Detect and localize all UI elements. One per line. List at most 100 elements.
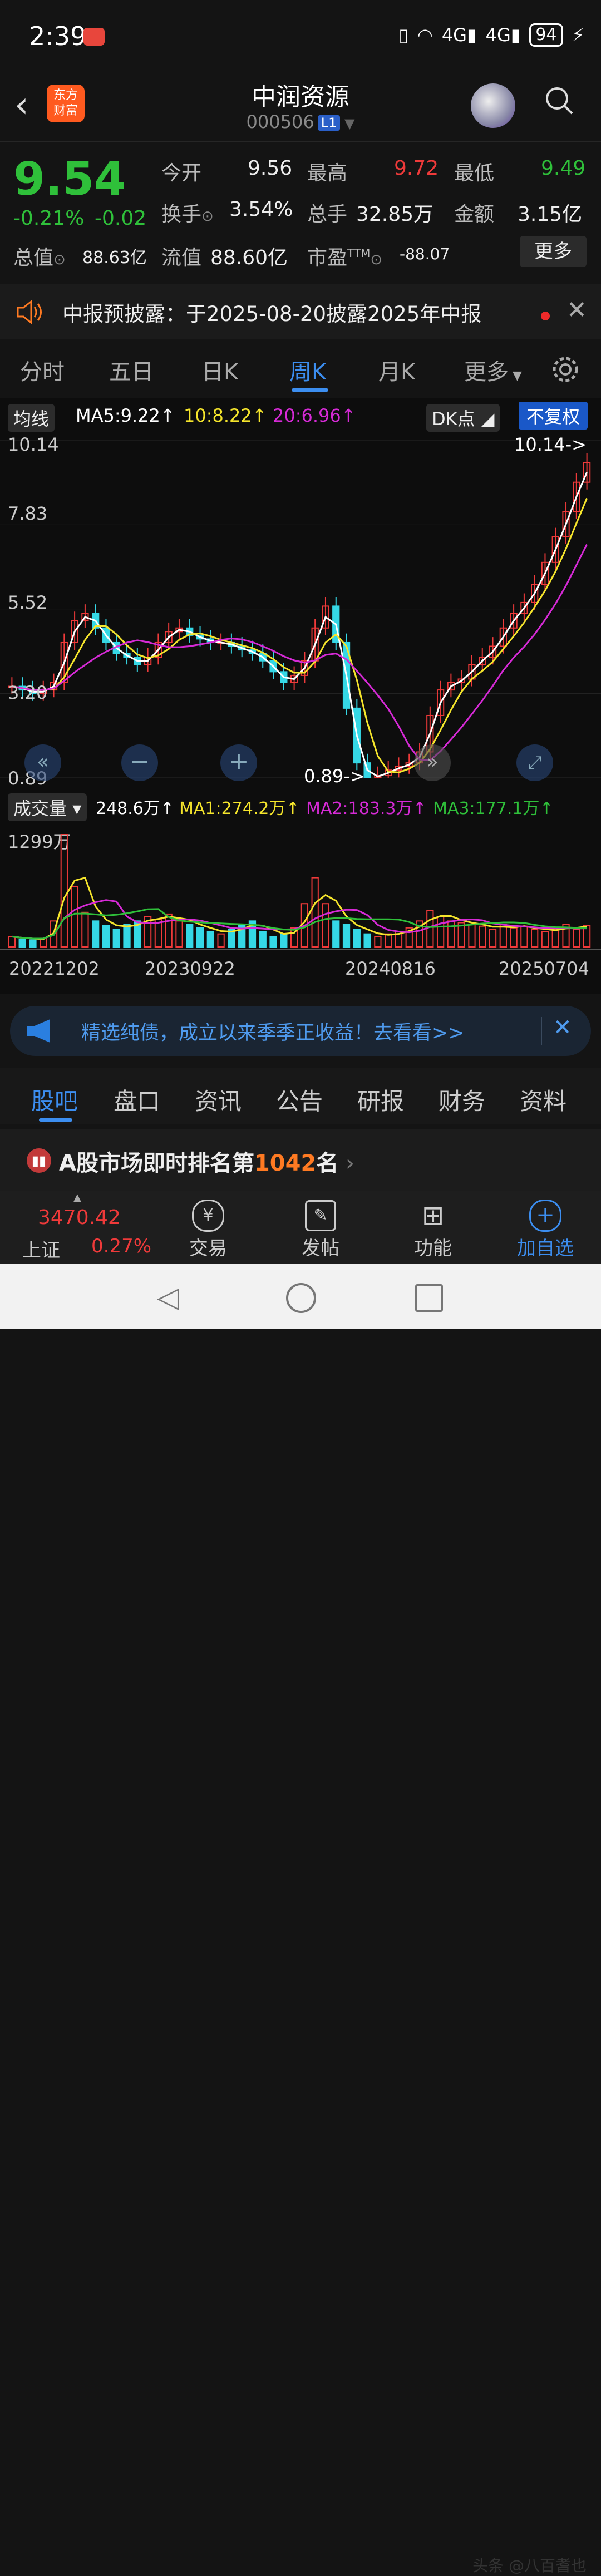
ma10-value: 10:8.22↑ [184, 405, 267, 426]
tab-news[interactable]: 资讯 [195, 1083, 242, 1117]
system-navigation: ◁ 头条 @八百耆也 [0, 1264, 601, 2575]
volume-bar [206, 931, 214, 948]
volume-value: 32.85万 [356, 203, 434, 226]
assistant-robot-icon[interactable] [471, 83, 515, 128]
promo-text: 精选纯债，成立以来季季正收益！去看看>> [81, 1022, 465, 1044]
volume-bar [92, 920, 100, 948]
gear-icon[interactable] [551, 355, 580, 384]
volume-bar [468, 924, 476, 948]
ma20-value: 20:6.96↑ [273, 405, 356, 426]
tab-profile[interactable]: 资料 [520, 1083, 566, 1117]
volume-bar [165, 913, 173, 948]
search-icon[interactable] [544, 86, 574, 116]
promo-banner[interactable]: 精选纯债，成立以来季季正收益！去看看>> ✕ [10, 1006, 591, 1056]
volume-chart[interactable] [0, 823, 601, 951]
adjust-toggle[interactable]: 不复权 [519, 402, 588, 430]
active-tab-indicator [39, 1118, 72, 1122]
tab-five-day[interactable]: 五日 [109, 354, 154, 386]
vol-ma3: MA3:177.1万↑ [433, 799, 554, 818]
volume-bar [71, 886, 78, 948]
scroll-right-icon[interactable]: » [414, 744, 451, 781]
volume-bar [8, 936, 16, 948]
notice-bar[interactable]: 中报预披露：于2025-08-20披露2025年中报 ✕ [0, 284, 601, 339]
volume-bar [29, 939, 37, 948]
volume-bar [60, 834, 68, 948]
back-nav-icon[interactable]: ◁ [157, 1281, 179, 1314]
wifi-icon: ◠ [417, 24, 433, 46]
high-value: 9.72 [394, 157, 439, 180]
ma5-line [12, 472, 588, 778]
tab-finance[interactable]: 财务 [439, 1083, 485, 1117]
nav-functions[interactable]: ⊞ 功能 [400, 1198, 466, 1260]
zoom-in-icon[interactable]: + [220, 744, 257, 781]
x-tick: 20240816 [345, 958, 436, 979]
ma5-value: MA5:9.22↑ [76, 405, 175, 426]
max-price-marker: 10.14-> [514, 434, 587, 455]
close-icon[interactable]: ✕ [553, 1015, 572, 1040]
nav-add-watchlist[interactable]: + 加自选 [512, 1198, 579, 1260]
amount-value: 3.15亿 [518, 203, 583, 226]
mktcap-label[interactable]: 总值⊙ [13, 241, 66, 270]
close-icon[interactable]: ✕ [566, 296, 587, 324]
volume-bar [426, 910, 434, 948]
rank-text: A股市场即时排名第1042名 › [59, 1151, 355, 1176]
volume-bar [81, 911, 89, 948]
ma-selector[interactable]: 均线 [8, 404, 55, 432]
index-value[interactable]: 3470.42 [38, 1206, 121, 1229]
open-label: 今开 [161, 162, 202, 185]
tab-research[interactable]: 研报 [357, 1083, 404, 1117]
vibrate-icon: ▯ [398, 24, 408, 46]
app-notification-icon [83, 28, 105, 46]
y-tick: 5.52 [8, 592, 48, 613]
index-name[interactable]: 上证 [22, 1235, 60, 1262]
volume-bar [311, 877, 319, 948]
volume-bar [259, 931, 267, 948]
volume-bar [280, 933, 288, 948]
volume-bar [269, 936, 277, 948]
section-tabs: 股吧 盘口 资讯 公告 研报 财务 资料 [0, 1068, 601, 1124]
volume-bar [322, 903, 329, 948]
y-tick: 7.83 [8, 503, 48, 524]
zoom-out-icon[interactable]: − [121, 744, 158, 781]
volume-label: 总手 [307, 203, 348, 226]
vol-ma1: MA1:274.2万↑ [179, 799, 300, 818]
volume-bar [573, 929, 580, 948]
volume-selector[interactable]: 成交量 ▾ [8, 793, 87, 821]
yen-cycle-icon: ¥ [175, 1198, 242, 1233]
tab-weekly-k[interactable]: 周K [289, 354, 326, 386]
volume-bar [489, 929, 497, 948]
volume-bar [551, 929, 559, 948]
tab-more[interactable]: 更多 ▼ [464, 354, 522, 386]
pe-label[interactable]: 市盈TTM⊙ [307, 241, 382, 270]
nav-post[interactable]: ✎ 发帖 [287, 1198, 354, 1260]
fullscreen-icon[interactable]: ⤢ [516, 744, 553, 781]
dk-point-toggle[interactable]: DK点 ◢ [426, 404, 500, 432]
tab-pankou[interactable]: 盘口 [114, 1083, 160, 1117]
tab-announcements[interactable]: 公告 [276, 1083, 323, 1117]
kline-chart[interactable] [0, 430, 601, 791]
volume-bar [217, 933, 225, 948]
turnover-label[interactable]: 换手⊙ [161, 198, 214, 227]
scroll-left-icon[interactable]: « [24, 744, 61, 781]
signal-icon: 4G▮ [441, 24, 477, 46]
open-value: 9.56 [248, 157, 293, 180]
volume-bar [186, 924, 194, 948]
change-amount: -0.02 [95, 207, 147, 230]
volume-bar [123, 924, 131, 948]
tab-guba[interactable]: 股吧 [31, 1083, 78, 1117]
more-button[interactable]: 更多 [520, 236, 587, 267]
index-percent[interactable]: 0.27% [91, 1235, 151, 1257]
float-value: 88.60亿 [210, 246, 288, 269]
tab-timeshare[interactable]: 分时 [20, 354, 65, 386]
volume-bar [510, 927, 518, 948]
recents-nav-icon[interactable] [415, 1284, 443, 1312]
nav-trade[interactable]: ¥ 交易 [175, 1198, 242, 1260]
tab-daily-k[interactable]: 日K [201, 354, 238, 386]
tab-monthly-k[interactable]: 月K [378, 354, 415, 386]
home-nav-icon[interactable] [286, 1283, 316, 1313]
market-rank-row[interactable]: ▮▮ A股市场即时排名第1042名 › [0, 1129, 601, 1191]
chevron-down-icon: ▼ [340, 116, 355, 131]
volume-bar [342, 924, 351, 948]
change-percent: -0.21% [13, 207, 85, 230]
volume-legend-bar: 成交量 ▾ 248.6万↑ MA1:274.2万↑ MA2:183.3万↑ MA… [0, 791, 601, 821]
